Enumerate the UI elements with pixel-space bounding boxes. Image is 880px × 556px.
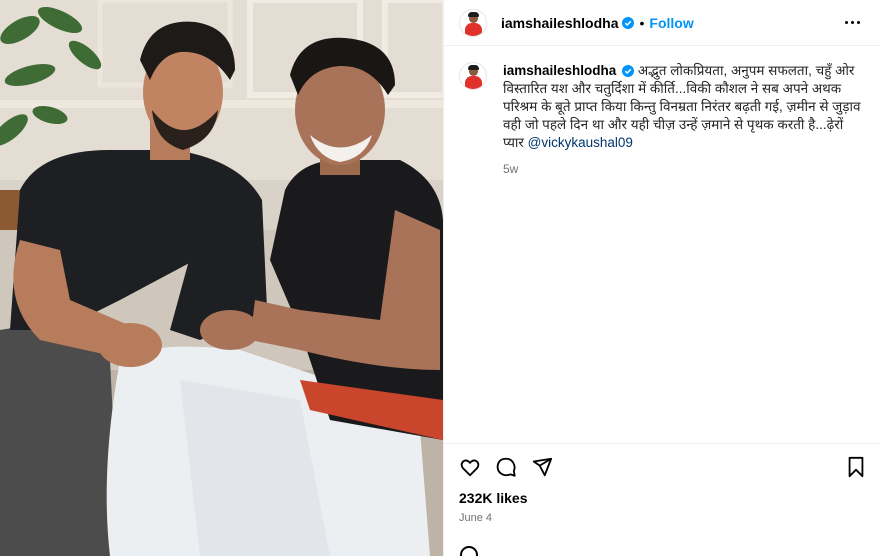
caption-section: iamshaileshlodha अद्भुत लोकप्रियता, अनुप… (444, 46, 880, 444)
post-time[interactable]: 5w (503, 160, 864, 178)
post-date[interactable]: June 4 (444, 512, 880, 524)
caption: iamshaileshlodha अद्भुत लोकप्रियता, अनुप… (503, 62, 864, 443)
post-header: iamshaileshlodha • Follow (444, 0, 880, 46)
likes-count[interactable]: 232K likes (444, 490, 880, 506)
post-photo[interactable] (0, 0, 443, 556)
mention-link[interactable]: @vickykaushal09 (528, 135, 633, 150)
share-icon[interactable] (530, 455, 554, 479)
heart-icon[interactable] (458, 455, 482, 479)
header-username[interactable]: iamshaileshlodha (501, 15, 618, 31)
emoji-icon[interactable] (460, 546, 478, 556)
verified-badge-icon (622, 16, 635, 29)
follow-button[interactable]: Follow (649, 15, 693, 31)
separator-dot: • (639, 14, 645, 31)
bookmark-icon[interactable] (844, 455, 868, 479)
hands (98, 323, 162, 367)
comment-icon[interactable] (494, 455, 518, 479)
caption-username[interactable]: iamshaileshlodha (503, 63, 616, 78)
caption-avatar[interactable] (459, 62, 487, 90)
post-image (0, 0, 443, 556)
verified-badge-icon (622, 65, 635, 78)
post-panel: iamshaileshlodha • Follow iamshaileshlod… (443, 0, 880, 556)
avatar[interactable] (459, 8, 487, 37)
more-options-icon[interactable] (840, 11, 864, 35)
action-bar (444, 444, 880, 490)
